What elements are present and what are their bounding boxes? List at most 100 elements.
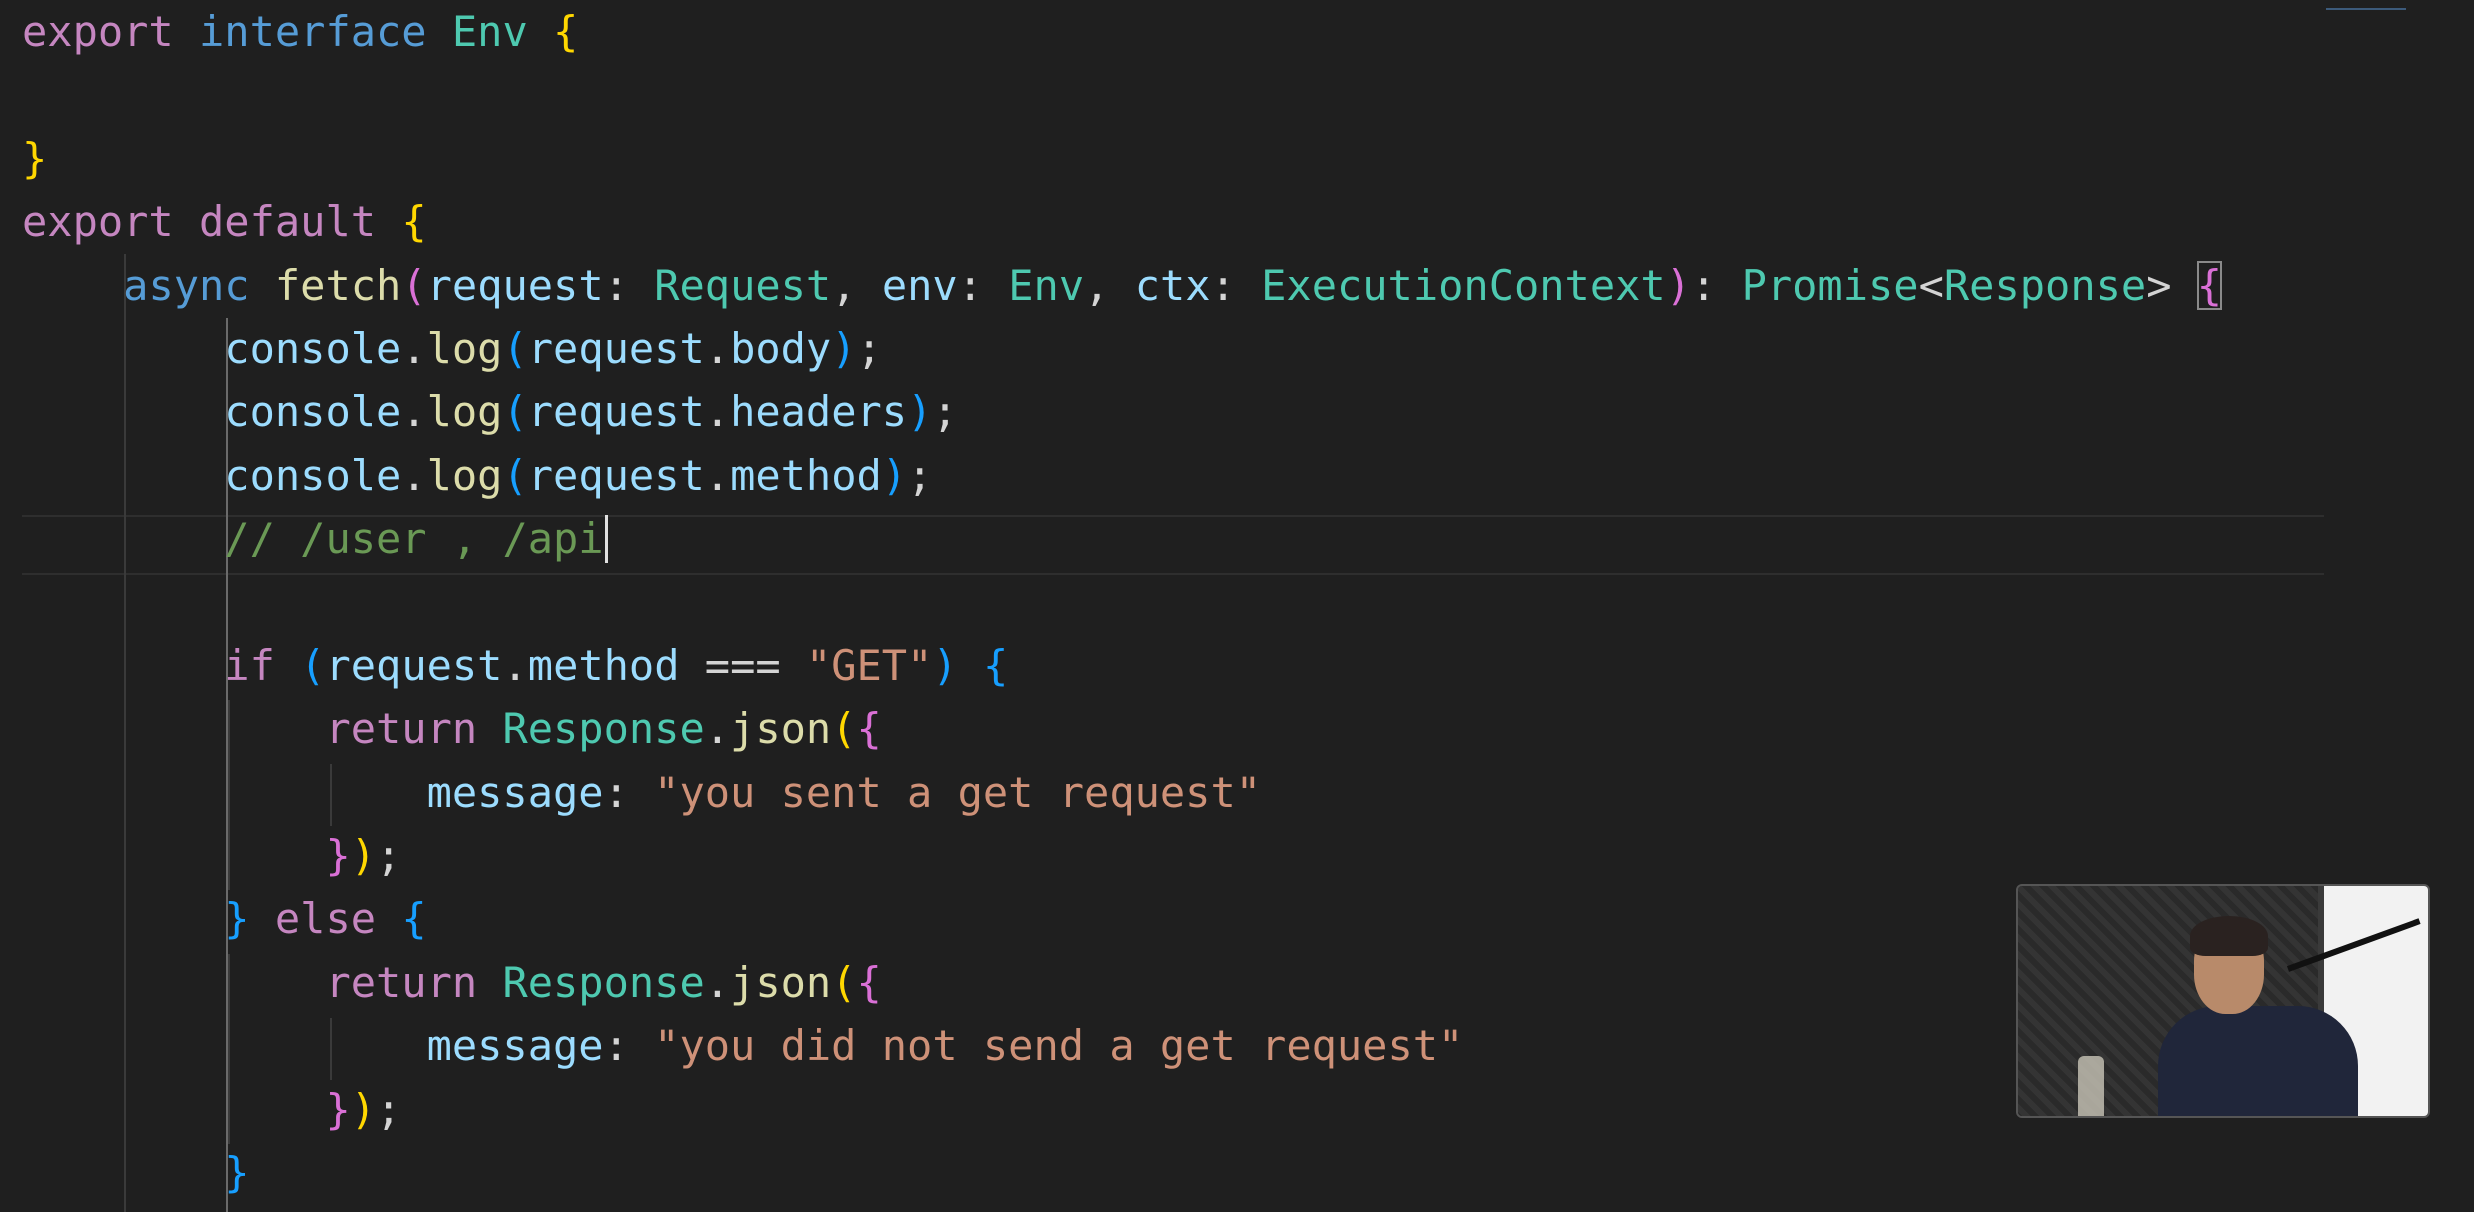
bottle [2078, 1056, 2104, 1116]
code-line[interactable]: if (request.method === "GET") { [22, 634, 2222, 697]
code-token: ; [856, 323, 882, 373]
code-token: Response [502, 704, 705, 754]
code-token: // /user , /api [224, 514, 604, 564]
code-token: ) [907, 387, 933, 437]
code-token: ; [376, 1084, 402, 1134]
code-line[interactable]: // /user , /api [22, 507, 2222, 570]
code-token: else [274, 894, 377, 944]
code-token: ) [350, 1084, 377, 1134]
code-line[interactable]: async fetch(request: Request, env: Env, … [22, 254, 2223, 317]
code-token: Response [1943, 260, 2147, 310]
code-token: . [401, 450, 427, 500]
code-token: Env [451, 7, 528, 56]
code-token: : [1691, 260, 1742, 310]
code-token: request [426, 260, 604, 310]
code-token: . [502, 640, 528, 690]
code-token: Promise [1741, 260, 1919, 310]
code-token: ; [932, 387, 958, 437]
code-token: . [704, 450, 731, 500]
code-token: { [553, 7, 579, 56]
code-token: ( [300, 640, 326, 690]
code-token: async [123, 260, 250, 310]
code-token: } [325, 831, 351, 881]
code-token: } [22, 133, 48, 183]
code-token: : [603, 1021, 655, 1071]
code-line[interactable]: }); [22, 1078, 2222, 1141]
code-line[interactable]: export interface Env { [22, 0, 2222, 63]
code-token: method [527, 640, 680, 690]
code-token: ) [831, 323, 857, 373]
code-line[interactable]: } [22, 127, 2222, 190]
code-token: ctx [1134, 260, 1211, 310]
code-line[interactable]: ​ [22, 63, 2222, 126]
code-line[interactable]: } else { [22, 887, 2222, 950]
code-line[interactable]: }); [22, 824, 2222, 887]
code-token: "you did not send a get request" [654, 1021, 1464, 1071]
code-line[interactable]: } [22, 1141, 2222, 1204]
code-area[interactable]: export interface Env {​}export default {… [22, 0, 2223, 1204]
code-token: export [22, 7, 174, 56]
code-token: body [730, 323, 832, 373]
code-line[interactable]: export default { [22, 190, 2222, 253]
code-token: : [603, 767, 655, 817]
code-line[interactable]: message: "you sent a get request" [22, 761, 2222, 824]
code-token: json [730, 704, 832, 754]
code-token: ) [1665, 260, 1691, 310]
code-token: ) [932, 640, 958, 690]
code-token: ; [907, 450, 933, 500]
code-token: return [325, 704, 478, 754]
code-token: : [603, 260, 655, 310]
code-token: Env [1008, 260, 1085, 310]
code-token: } [224, 894, 250, 944]
person-hair [2190, 916, 2268, 956]
code-token: log [426, 323, 503, 373]
code-token: log [426, 450, 503, 500]
code-token: default [199, 197, 377, 247]
code-token: interface [199, 7, 427, 56]
code-line[interactable]: ​ [22, 571, 2222, 634]
code-token: request [325, 640, 503, 690]
code-token: ) [350, 831, 377, 881]
code-token: "GET" [805, 640, 933, 690]
code-token: fetch [274, 260, 402, 310]
code-token: , [831, 260, 882, 310]
code-token: headers [730, 387, 908, 437]
code-token: if [224, 640, 275, 690]
code-line[interactable]: return Response.json({ [22, 697, 2222, 760]
code-token: env [881, 260, 958, 310]
code-token: { [2196, 260, 2223, 310]
code-token: console [224, 323, 402, 373]
code-token: json [730, 957, 832, 1007]
webcam-overlay [2016, 884, 2430, 1118]
code-token: ( [502, 323, 528, 373]
code-line[interactable]: console.log(request.method); [22, 444, 2222, 507]
code-line[interactable]: message: "you did not send a get request… [22, 1014, 2222, 1077]
code-line[interactable]: console.log(request.headers); [22, 380, 2222, 443]
code-token: export [22, 197, 174, 247]
code-line[interactable]: return Response.json({ [22, 951, 2222, 1014]
code-token: ( [502, 450, 528, 500]
code-token: ( [831, 704, 857, 754]
code-token: Request [654, 260, 832, 310]
code-editor[interactable]: export interface Env {​}export default {… [0, 0, 2474, 1212]
code-token: . [704, 323, 731, 373]
code-token: Response [502, 957, 705, 1007]
code-line[interactable]: console.log(request.body); [22, 317, 2222, 380]
code-token: { [856, 957, 882, 1007]
person-body [2158, 1006, 2358, 1116]
